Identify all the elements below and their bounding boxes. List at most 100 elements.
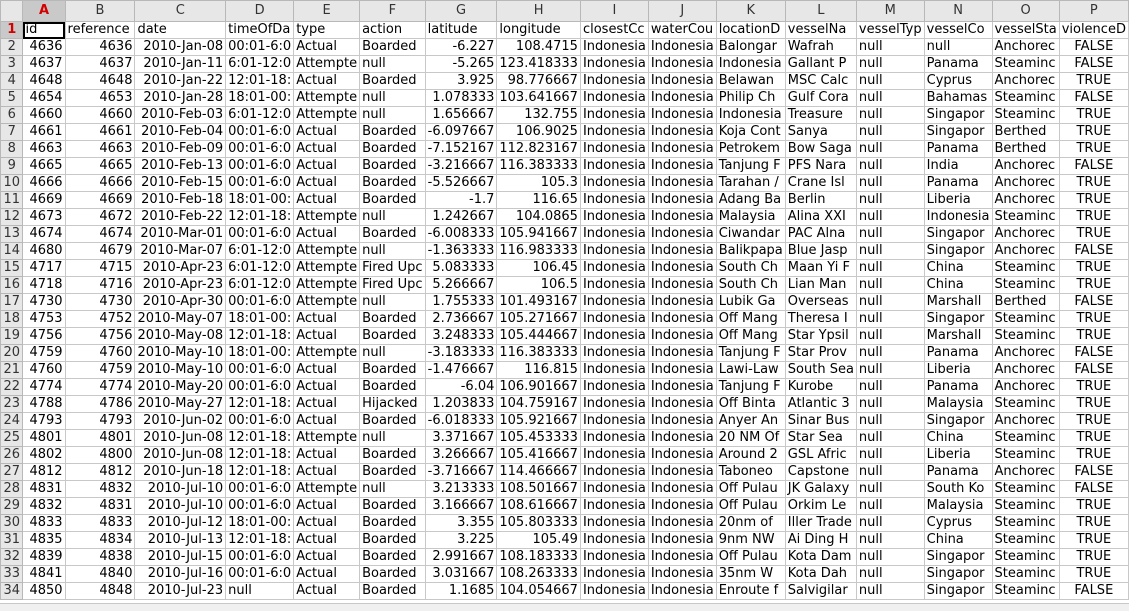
cell-k[interactable]: Around 2	[715, 446, 786, 464]
cell-i[interactable]: Indonesia	[579, 106, 649, 124]
row-header[interactable]: 27	[0, 463, 24, 481]
cell-p[interactable]: TRUE	[1058, 531, 1129, 549]
header-cell-e[interactable]: type	[293, 21, 361, 39]
cell-c[interactable]: 2010-May-08	[134, 327, 227, 345]
header-cell-i[interactable]: closestCc	[579, 21, 649, 39]
cell-d[interactable]: 6:01-12:0	[225, 106, 295, 124]
cell-i[interactable]: Indonesia	[579, 395, 649, 413]
cell-a[interactable]: 4661	[22, 123, 66, 141]
cell-n[interactable]: China	[923, 429, 993, 447]
cell-m[interactable]: null	[855, 208, 925, 226]
cell-l[interactable]: Kurobe	[784, 378, 857, 396]
column-header-l[interactable]: L	[784, 0, 857, 22]
row-header[interactable]: 9	[0, 157, 24, 175]
cell-l[interactable]: Gallant P	[784, 55, 857, 73]
cell-h[interactable]: 116.983333	[496, 242, 581, 260]
cell-l[interactable]: Capstone	[784, 463, 857, 481]
cell-k[interactable]: Balongar	[715, 38, 786, 56]
cell-k[interactable]: Off Pulau	[715, 497, 786, 515]
cell-m[interactable]: null	[855, 242, 925, 260]
cell-f[interactable]: null	[359, 55, 426, 73]
row-header[interactable]: 25	[0, 429, 24, 447]
cell-m[interactable]: null	[855, 123, 925, 141]
cell-l[interactable]: South Sea	[784, 361, 857, 379]
cell-m[interactable]: null	[855, 497, 925, 515]
cell-e[interactable]: Actual	[293, 463, 361, 481]
cell-e[interactable]: Actual	[293, 395, 361, 413]
cell-i[interactable]: Indonesia	[579, 446, 649, 464]
cell-i[interactable]: Indonesia	[579, 361, 649, 379]
cell-g[interactable]: -6.018333	[424, 412, 498, 430]
cell-a[interactable]: 4718	[22, 276, 66, 294]
cell-j[interactable]: Indonesia	[647, 565, 717, 583]
cell-o[interactable]: Anchorec	[991, 72, 1060, 90]
cell-e[interactable]: Actual	[293, 191, 361, 209]
cell-k[interactable]: Off Mang	[715, 310, 786, 328]
cell-n[interactable]: Singapor	[923, 548, 993, 566]
row-header[interactable]: 30	[0, 514, 24, 532]
cell-k[interactable]: Tanjung F	[715, 157, 786, 175]
cell-k[interactable]: Anyer An	[715, 412, 786, 430]
cell-p[interactable]: FALSE	[1058, 463, 1129, 481]
cell-o[interactable]: Anchorec	[991, 463, 1060, 481]
row-header[interactable]: 32	[0, 548, 24, 566]
header-cell-b[interactable]: reference	[64, 21, 136, 39]
row-header[interactable]: 13	[0, 225, 24, 243]
cell-n[interactable]: India	[923, 157, 993, 175]
cell-c[interactable]: 2010-Jun-08	[134, 429, 227, 447]
cell-a[interactable]: 4753	[22, 310, 66, 328]
cell-a[interactable]: 4717	[22, 259, 66, 277]
cell-m[interactable]: null	[855, 361, 925, 379]
header-cell-j[interactable]: waterCou	[647, 21, 717, 39]
cell-c[interactable]: 2010-Jul-23	[134, 582, 227, 600]
cell-j[interactable]: Indonesia	[647, 582, 717, 600]
cell-c[interactable]: 2010-Jul-16	[134, 565, 227, 583]
cell-g[interactable]: -6.04	[424, 378, 498, 396]
cell-b[interactable]: 4786	[64, 395, 136, 413]
cell-p[interactable]: TRUE	[1058, 225, 1129, 243]
cell-i[interactable]: Indonesia	[579, 293, 649, 311]
cell-f[interactable]: Boarded	[359, 378, 426, 396]
cell-f[interactable]: null	[359, 480, 426, 498]
header-cell-o[interactable]: vesselSta	[991, 21, 1060, 39]
cell-e[interactable]: Attempte	[293, 242, 361, 260]
cell-n[interactable]: Panama	[923, 463, 993, 481]
cell-d[interactable]: 12:01-18:	[225, 429, 295, 447]
cell-l[interactable]: Kota Dam	[784, 548, 857, 566]
cell-k[interactable]: 35nm W	[715, 565, 786, 583]
cell-c[interactable]: 2010-Jul-10	[134, 497, 227, 515]
cell-p[interactable]: TRUE	[1058, 327, 1129, 345]
cell-h[interactable]: 106.5	[496, 276, 581, 294]
cell-f[interactable]: null	[359, 242, 426, 260]
cell-b[interactable]: 4752	[64, 310, 136, 328]
cell-f[interactable]: Boarded	[359, 191, 426, 209]
cell-b[interactable]: 4838	[64, 548, 136, 566]
row-header[interactable]: 1	[0, 21, 24, 39]
cell-j[interactable]: Indonesia	[647, 480, 717, 498]
row-header[interactable]: 31	[0, 531, 24, 549]
cell-f[interactable]: null	[359, 208, 426, 226]
cell-d[interactable]: 00:01-6:0	[225, 565, 295, 583]
cell-b[interactable]: 4760	[64, 344, 136, 362]
cell-j[interactable]: Indonesia	[647, 38, 717, 56]
cell-m[interactable]: null	[855, 412, 925, 430]
cell-d[interactable]: 00:01-6:0	[225, 293, 295, 311]
cell-o[interactable]: Steaminc	[991, 497, 1060, 515]
cell-d[interactable]: 00:01-6:0	[225, 548, 295, 566]
cell-a[interactable]: 4663	[22, 140, 66, 158]
cell-b[interactable]: 4637	[64, 55, 136, 73]
row-header[interactable]: 14	[0, 242, 24, 260]
cell-n[interactable]: Malaysia	[923, 497, 993, 515]
cell-k[interactable]: Philip Ch	[715, 89, 786, 107]
cell-e[interactable]: Actual	[293, 140, 361, 158]
cell-p[interactable]: FALSE	[1058, 582, 1129, 600]
cell-h[interactable]: 103.641667	[496, 89, 581, 107]
cell-d[interactable]: null	[225, 582, 295, 600]
cell-o[interactable]: Anchorec	[991, 378, 1060, 396]
cell-o[interactable]: Anchorec	[991, 361, 1060, 379]
header-cell-n[interactable]: vesselCo	[923, 21, 993, 39]
cell-i[interactable]: Indonesia	[579, 38, 649, 56]
cell-m[interactable]: null	[855, 429, 925, 447]
cell-d[interactable]: 6:01-12:0	[225, 276, 295, 294]
cell-m[interactable]: null	[855, 480, 925, 498]
